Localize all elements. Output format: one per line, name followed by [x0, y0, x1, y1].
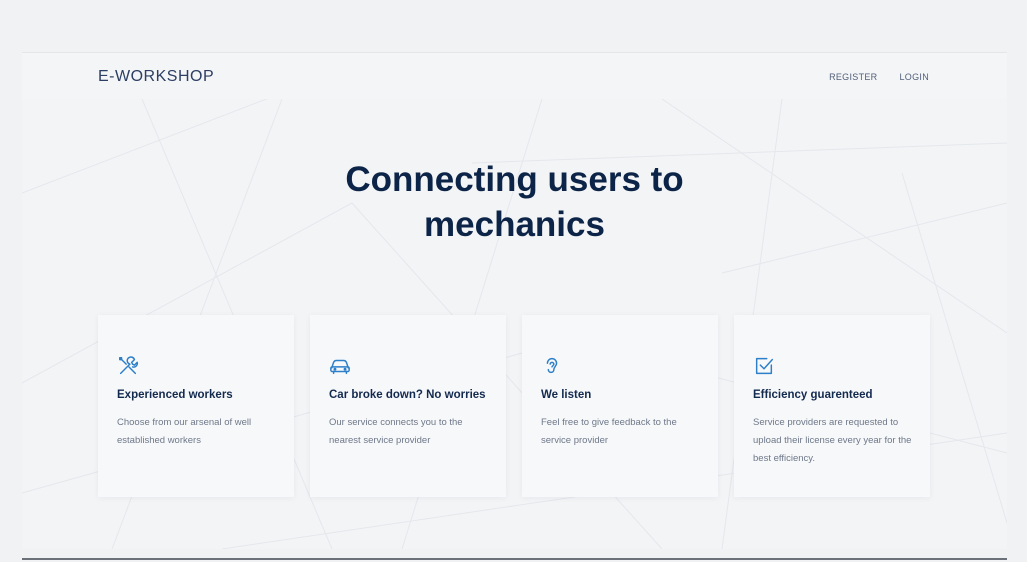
feature-title: We listen	[541, 389, 592, 401]
feature-card-we-listen: We listen Feel free to give feedback to …	[522, 315, 718, 497]
tools-icon	[117, 355, 139, 377]
hero-title-line-1: Connecting users to	[345, 160, 684, 199]
hero-title-line-2: mechanics	[424, 205, 605, 244]
feature-description: Choose from our arsenal of well establis…	[117, 417, 252, 446]
checkbox-icon	[753, 355, 775, 377]
car-icon	[329, 355, 351, 377]
nav-links: REGISTER LOGIN	[829, 72, 929, 82]
brand-logo[interactable]: E-WORKSHOP	[98, 68, 214, 86]
feature-title: Experienced workers	[117, 389, 233, 401]
feature-title: Efficiency guarenteed	[753, 389, 873, 401]
hero-title: Connecting users to mechanics	[22, 157, 1007, 247]
login-link[interactable]: LOGIN	[899, 72, 929, 82]
bottom-divider	[22, 558, 1007, 560]
feature-title: Car broke down? No worries	[329, 389, 486, 401]
feature-card-car-broke-down: Car broke down? No worries Our service c…	[310, 315, 506, 497]
ear-icon	[541, 355, 563, 377]
feature-cards: Experienced workers Choose from our arse…	[98, 315, 930, 497]
feature-card-experienced-workers: Experienced workers Choose from our arse…	[98, 315, 294, 497]
navbar: E-WORKSHOP REGISTER LOGIN	[22, 53, 1007, 99]
feature-description: Service providers are requested to uploa…	[753, 417, 912, 464]
register-link[interactable]: REGISTER	[829, 72, 877, 82]
feature-card-efficiency: Efficiency guarenteed Service providers …	[734, 315, 930, 497]
feature-description: Feel free to give feedback to the servic…	[541, 417, 677, 446]
feature-description: Our service connects you to the nearest …	[329, 417, 463, 446]
page: E-WORKSHOP REGISTER LOGIN Connecting use…	[22, 52, 1007, 549]
